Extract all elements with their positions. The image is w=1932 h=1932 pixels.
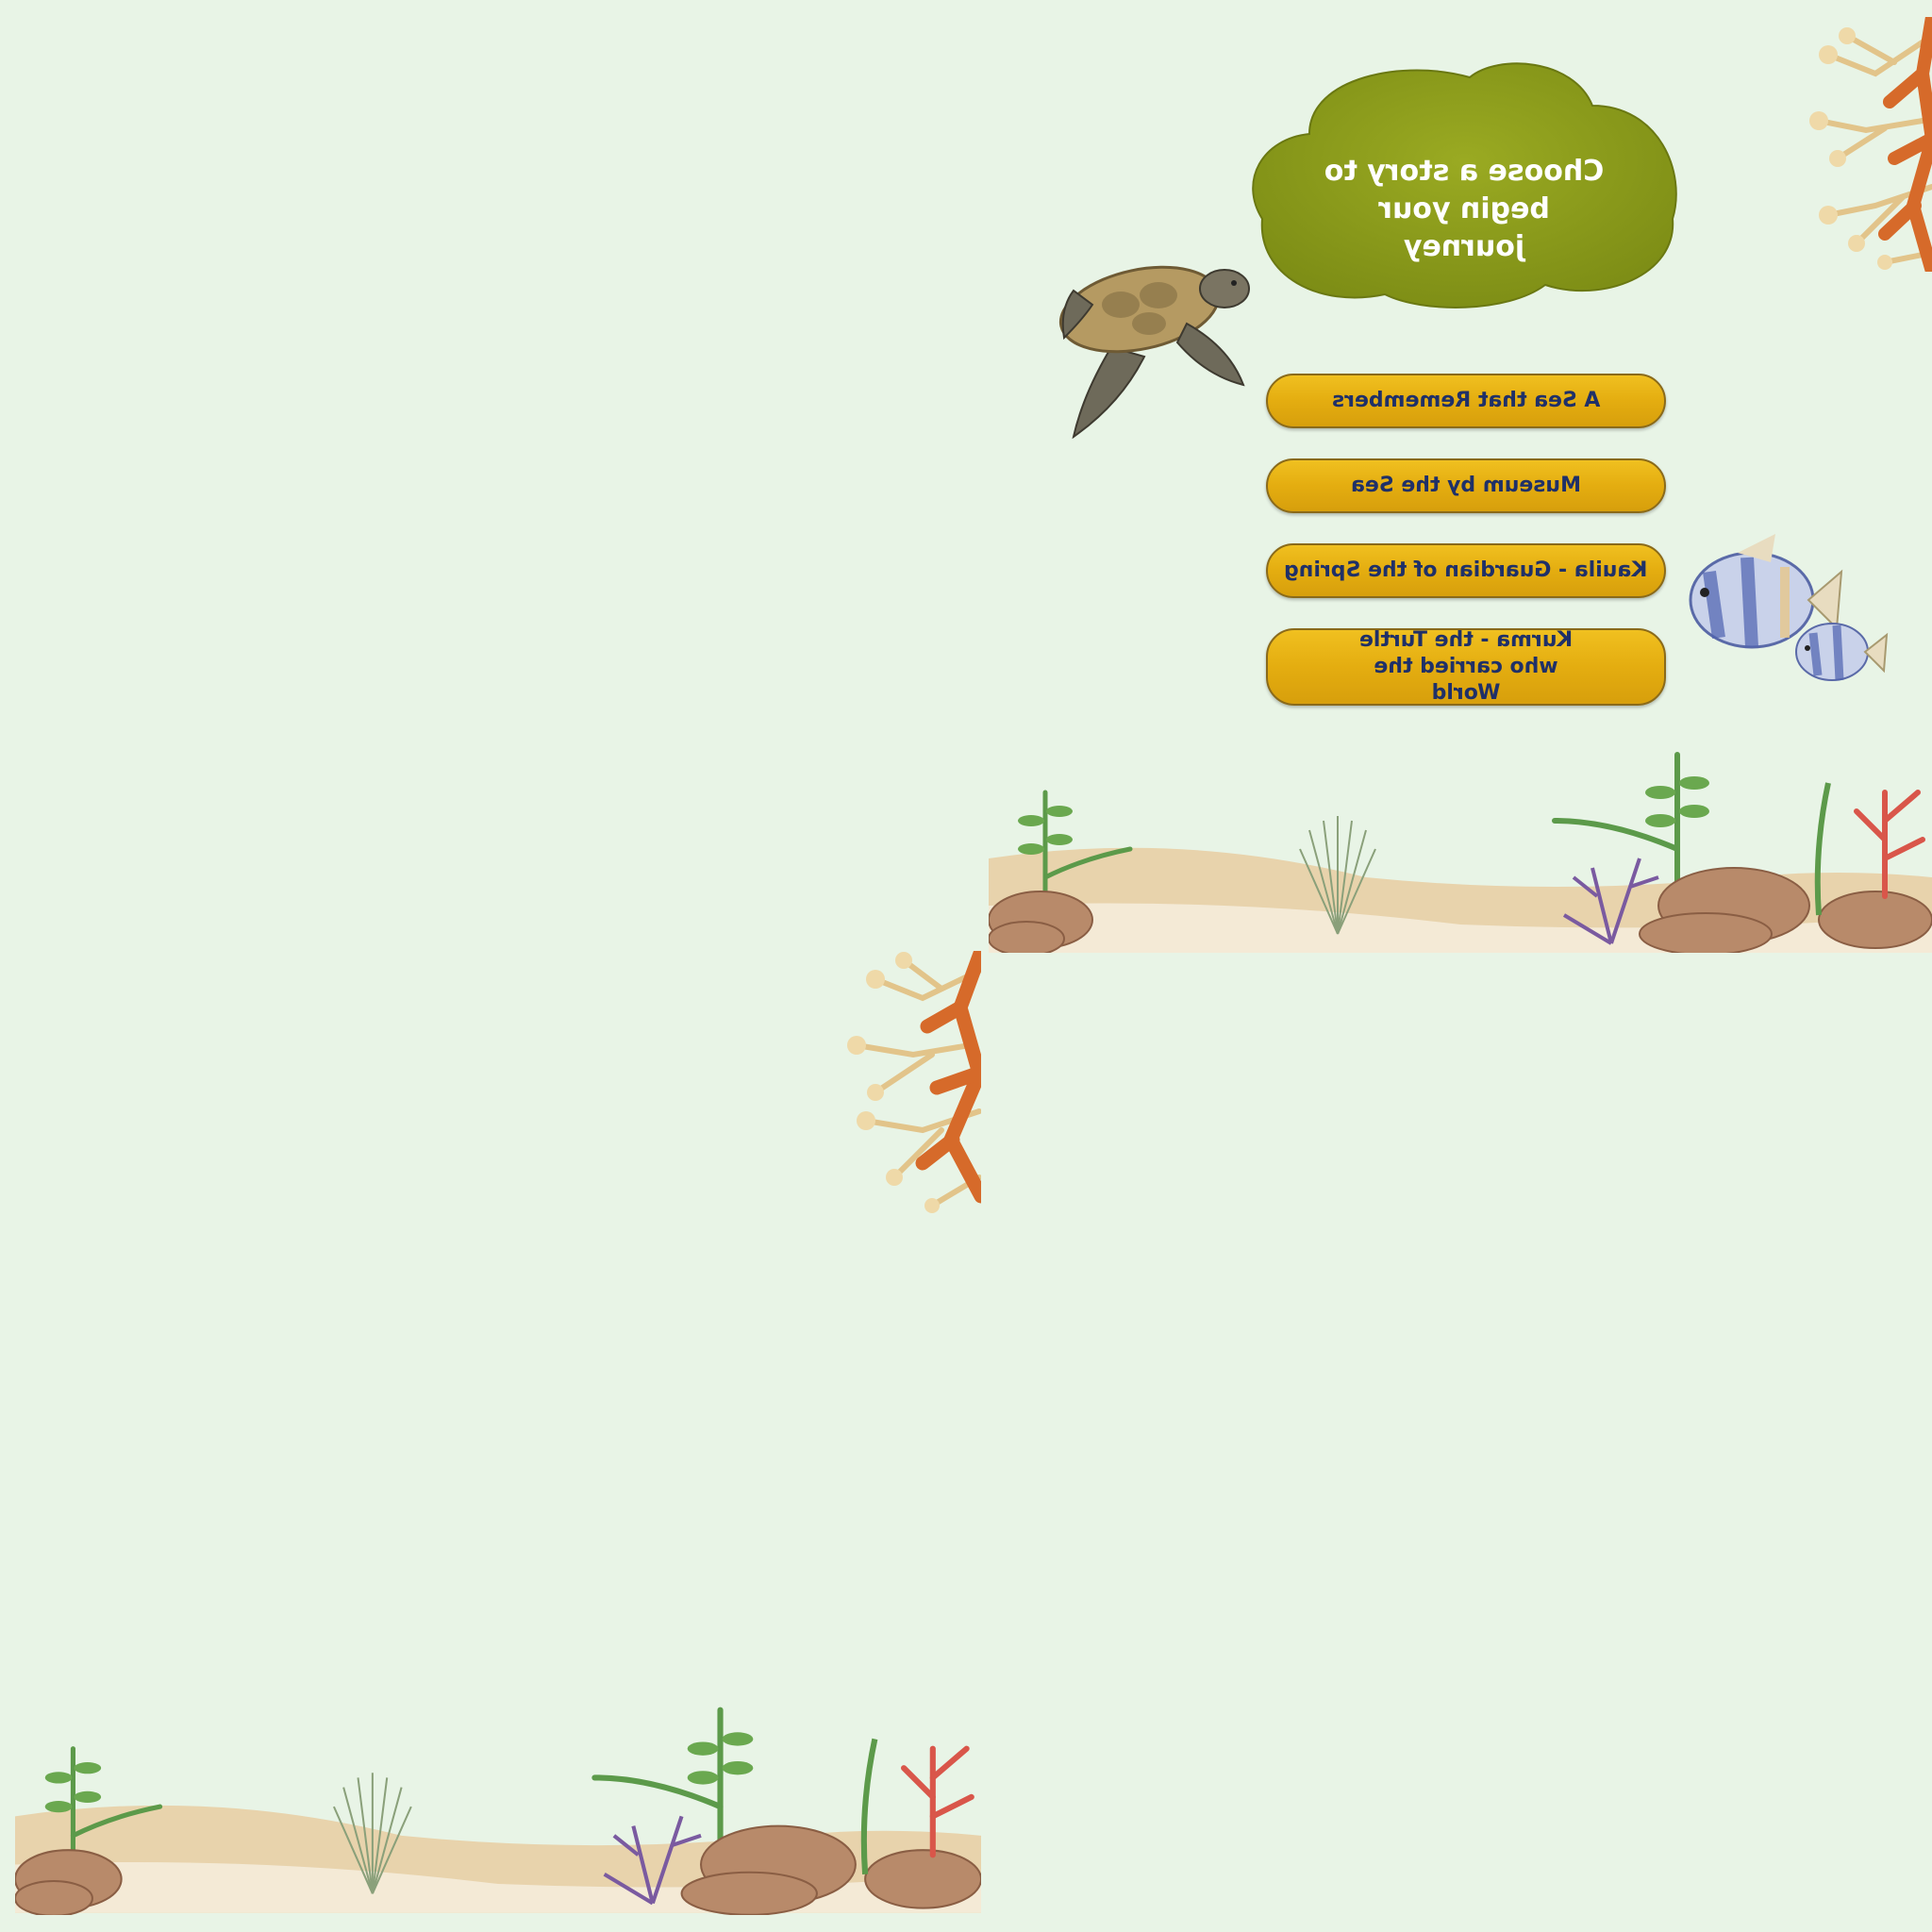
story-button-a-sea-that-remembers[interactable]: A Sea that Remembers	[1266, 374, 1666, 428]
story-button-label: Kauila - Guardian of the Spring	[1284, 558, 1648, 582]
reef-icon	[15, 1707, 981, 1915]
story-list: A Sea that Remembers Museum by the Sea K…	[1266, 374, 1666, 736]
story-button-kauila[interactable]: Kauila - Guardian of the Spring	[1266, 543, 1666, 598]
sea-turtle-icon	[1058, 265, 1250, 440]
coral-icon	[1809, 17, 1932, 272]
story-button-label: A Sea that Remembers	[1331, 389, 1601, 412]
story-button-museum-by-the-sea[interactable]: Museum by the Sea	[1266, 458, 1666, 513]
coral-icon	[847, 951, 981, 1213]
story-button-label: Kurma - the Turtle who carried the World	[1358, 628, 1574, 705]
angelfish-icon	[1689, 534, 1889, 681]
title-cloud: Choose a story to begin your journey	[1243, 58, 1685, 315]
story-button-label: Museum by the Sea	[1351, 474, 1581, 497]
page-title: Choose a story to begin your journey	[1324, 155, 1605, 263]
reef-icon	[989, 752, 1932, 953]
story-button-kurma[interactable]: Kurma - the Turtle who carried the World	[1266, 628, 1666, 706]
